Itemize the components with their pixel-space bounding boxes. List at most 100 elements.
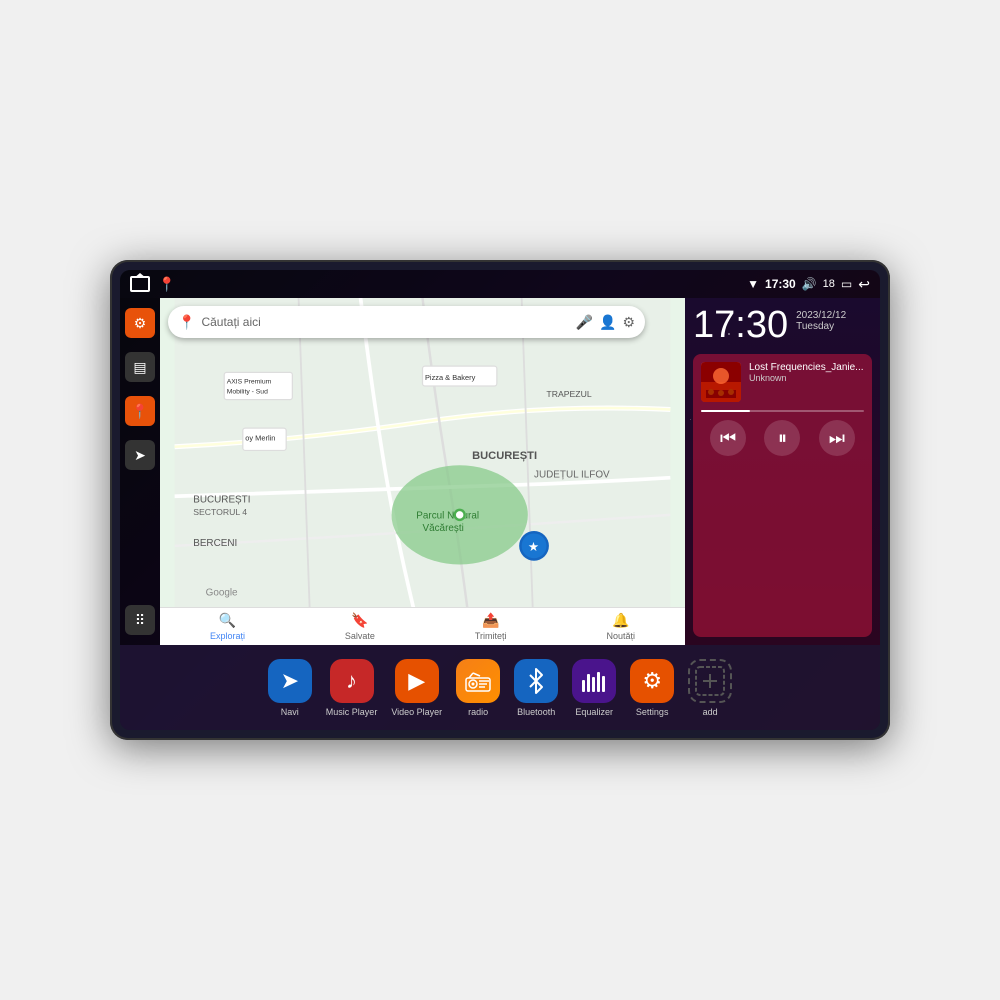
svg-text:Parcul Natural: Parcul Natural [416, 511, 479, 522]
news-icon: 🔔 [612, 612, 629, 629]
sidebar-map-btn[interactable]: 📍 [125, 396, 155, 426]
svg-text:BERCENI: BERCENI [193, 538, 237, 549]
status-time: 17:30 [765, 277, 796, 291]
map-bottom-bar: 🔍 Explorați 🔖 Salvate 📤 Trimiteți 🔔 Nout… [160, 607, 685, 645]
app-equalizer[interactable]: Equalizer [572, 659, 616, 717]
account-icon[interactable]: 👤 [599, 314, 616, 331]
navi-icon-symbol: ➤ [281, 668, 299, 694]
map-svg: Parcul Natural Văcărești ★ BUCUREȘTI JUD… [160, 298, 685, 645]
settings-icon: ⚙ [134, 315, 147, 332]
equalizer-label: Equalizer [575, 707, 613, 717]
app-music-player[interactable]: ♪ Music Player [326, 659, 378, 717]
svg-text:JUDEȚUL ILFOV: JUDEȚUL ILFOV [534, 470, 610, 481]
svg-text:BUCUREȘTI: BUCUREȘTI [472, 450, 537, 462]
navigation-icon: ➤ [134, 447, 146, 464]
svg-text:oy Merlin: oy Merlin [245, 434, 275, 443]
music-player-label: Music Player [326, 707, 378, 717]
settings-icon-symbol: ⚙ [642, 668, 662, 694]
album-art-svg [701, 362, 741, 402]
clock-date: 2023/12/12 Tuesday [796, 306, 846, 332]
svg-text:TRAPEZUL: TRAPEZUL [546, 389, 591, 399]
sidebar-nav-btn[interactable]: ➤ [125, 440, 155, 470]
svg-text:Văcărești: Văcărești [423, 523, 464, 534]
search-placeholder: Căutați aici [201, 315, 569, 329]
apps-grid-btn[interactable]: ⠿ [125, 605, 155, 635]
map-news-btn[interactable]: 🔔 Noutăți [607, 612, 636, 641]
bluetooth-icon [514, 659, 558, 703]
track-info: Lost Frequencies_Janie... Unknown [701, 362, 864, 402]
track-details: Lost Frequencies_Janie... Unknown [749, 362, 864, 402]
navi-icon: ➤ [268, 659, 312, 703]
next-button[interactable]: ⏭ [819, 420, 855, 456]
mic-icon[interactable]: 🎤 [576, 314, 593, 331]
navi-label: Navi [281, 707, 299, 717]
clock-section: 17:30 2023/12/12 Tuesday [693, 306, 872, 344]
settings-label: Settings [636, 707, 669, 717]
home-icon[interactable] [130, 276, 150, 292]
clock-time: 17:30 [693, 306, 788, 344]
app-add[interactable]: add [688, 659, 732, 717]
back-button[interactable]: ↩ [858, 276, 870, 293]
progress-fill [701, 410, 750, 412]
map-share-btn[interactable]: 📤 Trimiteți [475, 612, 507, 641]
share-icon: 📤 [482, 612, 499, 629]
equalizer-icon-svg [580, 670, 608, 692]
bluetooth-icon-svg [526, 667, 546, 695]
app-settings[interactable]: ⚙ Settings [630, 659, 674, 717]
app-navi[interactable]: ➤ Navi [268, 659, 312, 717]
map-area[interactable]: Parcul Natural Văcărești ★ BUCUREȘTI JUD… [160, 298, 685, 645]
app-bluetooth[interactable]: Bluetooth [514, 659, 558, 717]
radio-icon [456, 659, 500, 703]
app-radio[interactable]: radio [456, 659, 500, 717]
maps-logo-icon: 📍 [178, 314, 195, 331]
maps-status-icon: 📍 [158, 276, 175, 293]
svg-text:BUCUREȘTI: BUCUREȘTI [193, 494, 250, 505]
date-text: 2023/12/12 [796, 310, 846, 321]
album-art [701, 362, 741, 402]
pause-icon: ⏸ [778, 428, 787, 449]
radio-label: radio [468, 707, 488, 717]
video-icon-symbol: ▶ [408, 668, 425, 694]
track-artist: Unknown [749, 373, 864, 383]
sidebar-settings-btn[interactable]: ⚙ [125, 308, 155, 338]
map-explore-btn[interactable]: 🔍 Explorați [210, 612, 245, 641]
music-widget: Lost Frequencies_Janie... Unknown ⏮ ⏸ [693, 354, 872, 637]
explore-label: Explorați [210, 631, 245, 641]
music-icon-symbol: ♪ [346, 668, 357, 694]
svg-text:Pizza & Bakery: Pizza & Bakery [425, 373, 476, 382]
pause-button[interactable]: ⏸ [764, 420, 800, 456]
radio-icon-svg [465, 670, 491, 692]
music-player-icon: ♪ [330, 659, 374, 703]
music-progress-bar[interactable] [701, 410, 864, 412]
news-label: Noutăți [607, 631, 636, 641]
archive-icon: ▤ [133, 359, 146, 376]
battery-icon: ▭ [841, 277, 852, 291]
settings-icon-map[interactable]: ⚙ [622, 314, 635, 331]
wifi-icon: ▼ [747, 277, 759, 291]
apps-row: ➤ Navi ♪ Music Player ▶ Video Player [120, 645, 880, 730]
svg-text:★: ★ [528, 540, 539, 554]
left-sidebar: ⚙ ▤ 📍 ➤ ⠿ [120, 298, 160, 645]
day-text: Tuesday [796, 321, 846, 332]
map-saved-btn[interactable]: 🔖 Salvate [345, 612, 375, 641]
right-panel: 17:30 2023/12/12 Tuesday [685, 298, 880, 645]
app-video-player[interactable]: ▶ Video Player [391, 659, 442, 717]
status-left: 📍 [130, 276, 175, 293]
settings-icon-app: ⚙ [630, 659, 674, 703]
grid-icon: ⠿ [135, 612, 145, 629]
explore-icon: 🔍 [219, 612, 236, 629]
sidebar-archive-btn[interactable]: ▤ [125, 352, 155, 382]
map-pin-icon: 📍 [131, 403, 148, 420]
svg-text:SECTORUL 4: SECTORUL 4 [193, 507, 247, 517]
svg-text:Google: Google [206, 587, 238, 598]
sidebar-bottom: ⠿ [125, 605, 155, 635]
prev-button[interactable]: ⏮ [710, 420, 746, 456]
map-search-bar[interactable]: 📍 Căutați aici 🎤 👤 ⚙ [168, 306, 645, 338]
add-label: add [703, 707, 718, 717]
svg-text:Mobility - Sud: Mobility - Sud [227, 388, 268, 395]
volume-icon[interactable]: 🔊 [802, 277, 817, 291]
status-bar: 📍 ▼ 17:30 🔊 18 ▭ ↩ [120, 270, 880, 298]
main-content: ⚙ ▤ 📍 ➤ ⠿ [120, 298, 880, 645]
status-right: ▼ 17:30 🔊 18 ▭ ↩ [747, 276, 870, 293]
next-icon: ⏭ [829, 428, 845, 449]
